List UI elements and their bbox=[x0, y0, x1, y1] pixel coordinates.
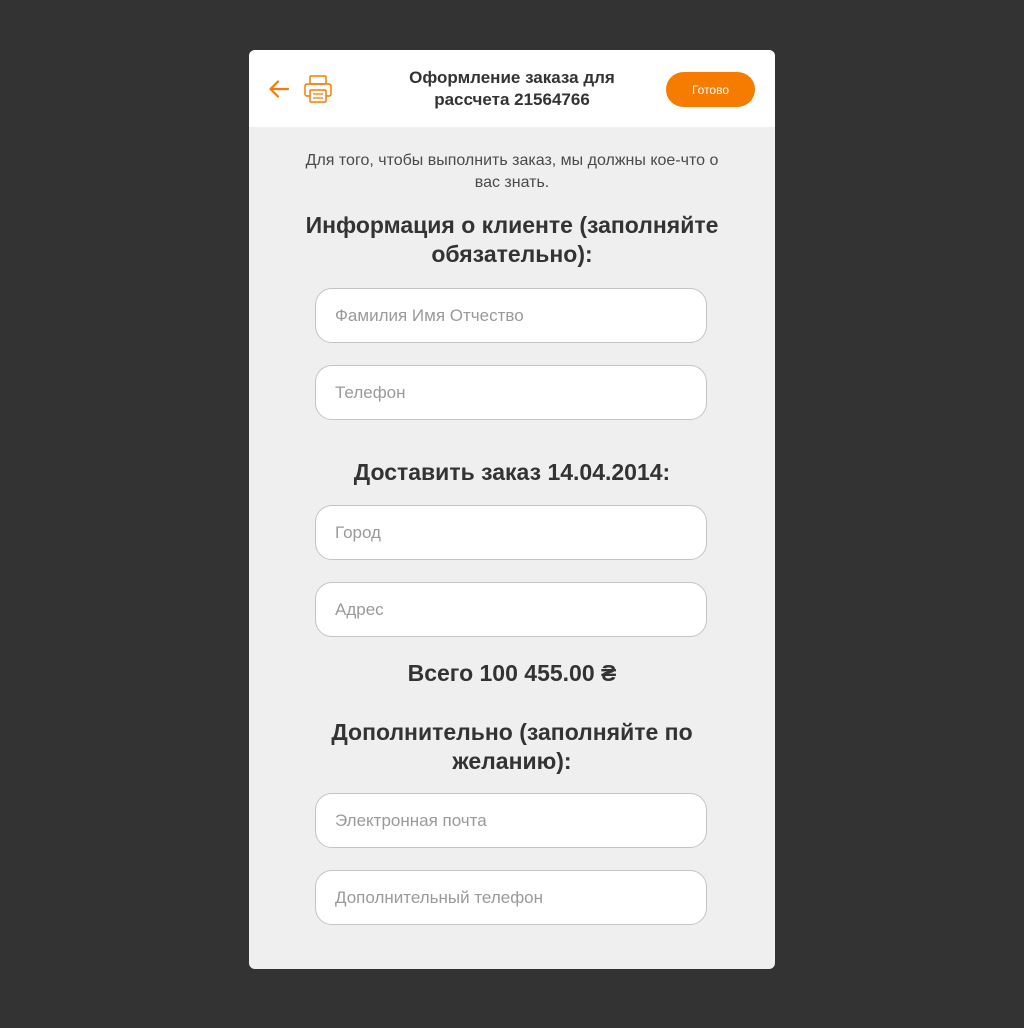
done-button[interactable]: Готово bbox=[666, 72, 755, 107]
email-input[interactable] bbox=[315, 793, 707, 848]
print-button[interactable] bbox=[303, 74, 333, 104]
page-title: Оформление заказа для рассчета 21564766 bbox=[409, 68, 615, 109]
arrow-left-icon bbox=[269, 80, 290, 98]
phone-input[interactable] bbox=[315, 365, 707, 420]
extra-phone-input[interactable] bbox=[315, 870, 707, 925]
address-input[interactable] bbox=[315, 582, 707, 637]
city-input[interactable] bbox=[315, 505, 707, 560]
order-form-card: Оформление заказа для рассчета 21564766 … bbox=[249, 50, 775, 969]
order-total: Всего 100 455.00 ₴ bbox=[407, 660, 617, 686]
printer-icon bbox=[304, 75, 332, 103]
back-button[interactable] bbox=[267, 77, 291, 101]
intro-text: Для того, чтобы выполнить заказ, мы долж… bbox=[305, 152, 719, 191]
optional-info-heading: Дополнительно (заполняйте по желанию): bbox=[331, 719, 693, 774]
header-bar: Оформление заказа для рассчета 21564766 … bbox=[249, 50, 775, 127]
full-name-input[interactable] bbox=[315, 288, 707, 343]
client-info-heading: Информация о клиенте (заполняйте обязате… bbox=[305, 212, 719, 267]
delivery-heading: Доставить заказ 14.04.2014: bbox=[353, 459, 671, 485]
